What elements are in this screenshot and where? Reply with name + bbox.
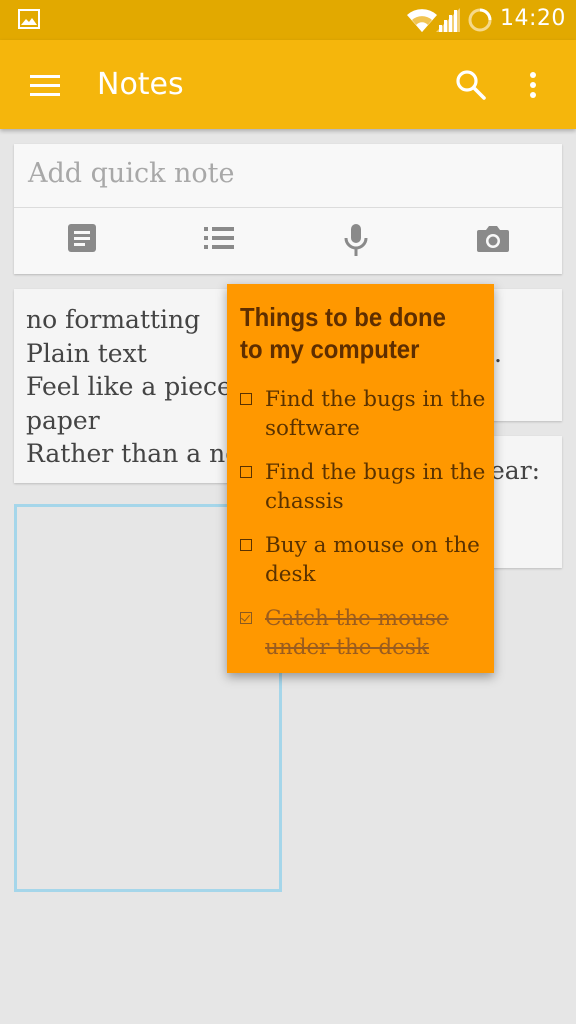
checkbox[interactable] [240, 466, 252, 478]
camera-icon[interactable] [476, 225, 510, 253]
note-text: . [494, 339, 502, 368]
gallery-icon [18, 9, 40, 29]
quick-note-card: Add quick note [14, 144, 562, 274]
checklist-item-label: Buy a mouse on the desk [265, 533, 480, 587]
wifi-icon [407, 9, 437, 33]
app-bar: Notes [0, 40, 576, 129]
menu-icon[interactable] [30, 75, 60, 96]
mic-icon[interactable] [344, 224, 368, 258]
quick-note-input[interactable]: Add quick note [14, 144, 562, 208]
checklist-item-label: Catch the mouse under the desk [265, 606, 449, 660]
checkbox[interactable] [240, 539, 252, 551]
note-text: ear: [490, 456, 541, 485]
text-note-icon[interactable] [67, 223, 97, 253]
status-time: 14:20 [500, 6, 566, 31]
list-note-icon[interactable] [204, 226, 236, 250]
search-icon[interactable] [455, 69, 487, 101]
checklist-item-label: Find the bugs in the chassis [265, 460, 486, 514]
note-title: Things to be done to my computer [240, 302, 446, 364]
quick-note-toolbar [14, 209, 562, 272]
loading-icon [468, 8, 492, 32]
dragged-checklist-note[interactable]: Things to be done to my computer Find th… [227, 284, 494, 673]
signal-icon [436, 8, 460, 32]
checklist-item-label: Find the bugs in the software [265, 387, 486, 441]
more-vert-icon[interactable] [530, 72, 536, 102]
note-text: no formatting Plain text Feel like a pie… [26, 305, 241, 469]
status-bar: 14:20 [0, 0, 576, 40]
app-title: Notes [97, 67, 184, 102]
checkbox[interactable] [240, 393, 252, 405]
checkbox-checked[interactable] [240, 612, 252, 624]
